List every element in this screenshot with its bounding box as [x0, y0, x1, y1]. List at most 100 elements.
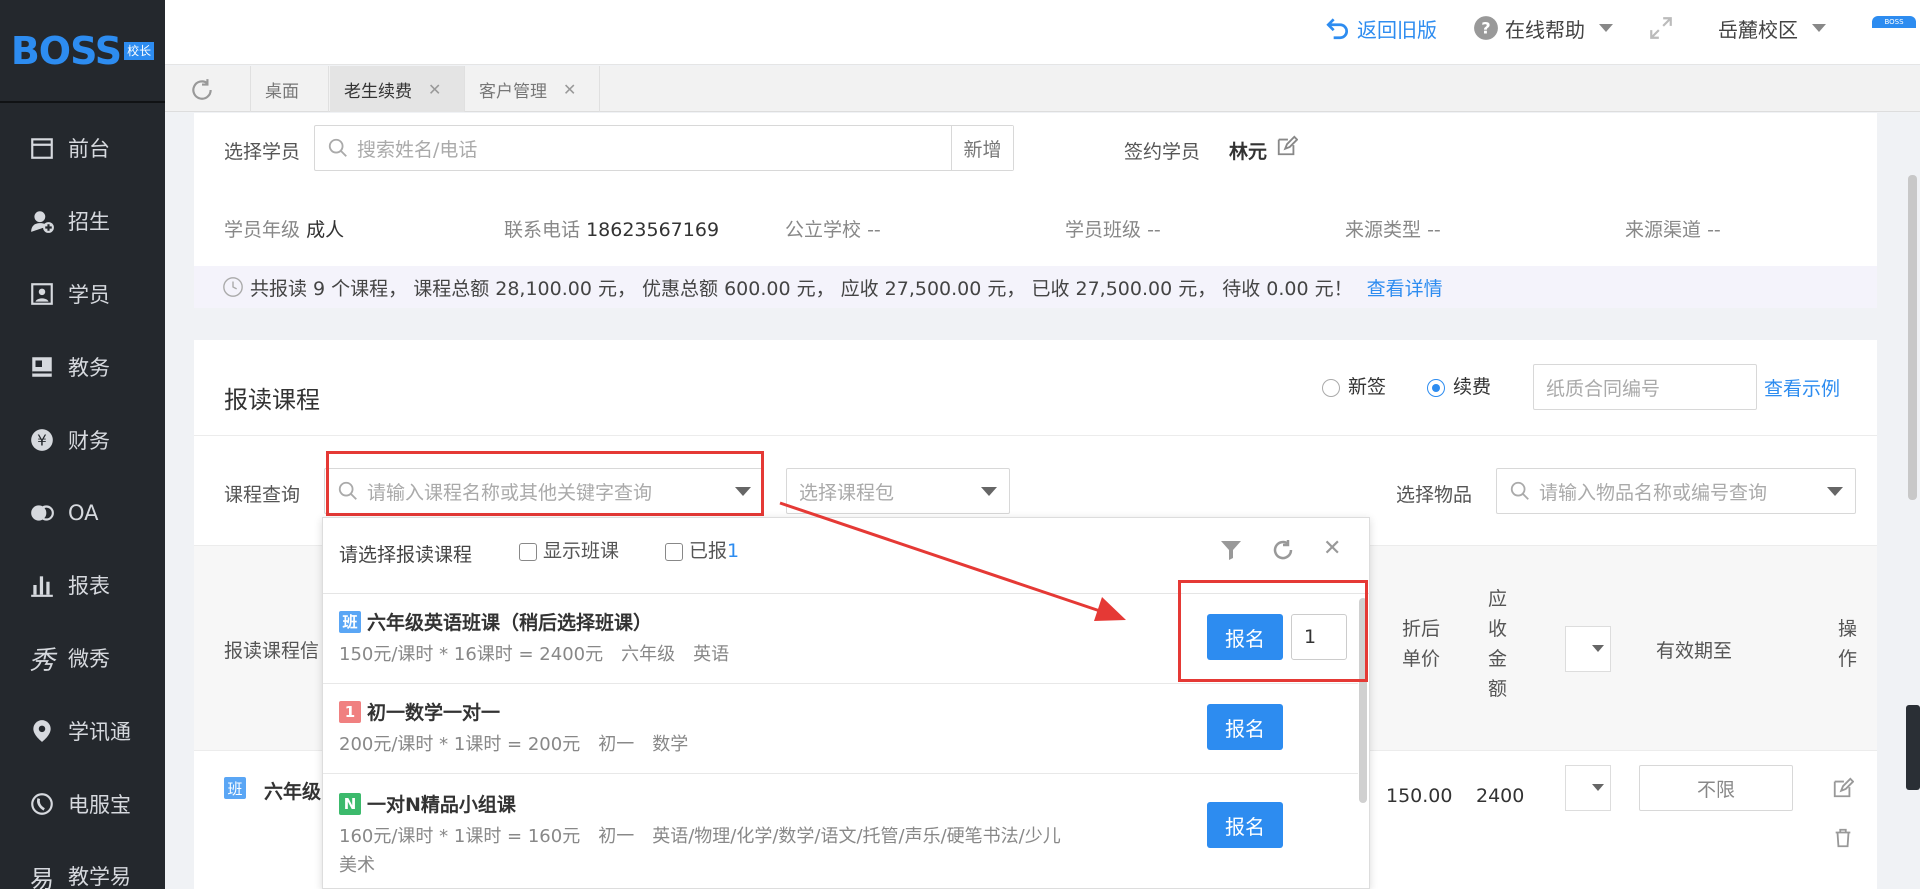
search-icon	[328, 138, 347, 157]
student-search-input[interactable]: 搜索姓名/电话 新增	[314, 125, 1014, 171]
online-help-dropdown[interactable]: ? 在线帮助	[1473, 12, 1613, 44]
enrolled-label: 已报	[689, 540, 728, 562]
radio-new[interactable]: 新签	[1322, 372, 1386, 399]
row-amount: 2400	[1476, 785, 1525, 807]
course-query-label: 课程查询	[224, 484, 301, 506]
close-icon[interactable]: ✕	[563, 80, 576, 99]
campus-dropdown[interactable]: 岳麓校区	[1718, 12, 1826, 44]
summary-bar: 共报读 9 个课程， 课程总额 28,100.00 元， 优惠总额 600.00…	[194, 266, 1877, 308]
class-tag: 班	[339, 610, 361, 633]
valid-until-input[interactable]: 不限	[1639, 765, 1793, 811]
school-value: --	[867, 219, 881, 241]
book-icon	[28, 353, 56, 381]
page-scrollbar[interactable]	[1908, 175, 1917, 500]
filter-icon[interactable]	[1219, 538, 1243, 562]
topbar: 返回旧版 ? 在线帮助 岳麓校区 BOSS	[165, 0, 1920, 65]
radio-checked-icon	[1427, 378, 1445, 397]
list-item[interactable]: N 一对N精品小组课 160元/课时 * 1课时 = 160元 初一 英语/物理…	[323, 774, 1358, 889]
sidebar-item-finance[interactable]: ¥ 财务	[0, 420, 165, 460]
add-student-button[interactable]: 新增	[951, 126, 1013, 170]
side-widget[interactable]	[1906, 705, 1920, 790]
location-icon	[28, 717, 56, 745]
edit-icon[interactable]	[1276, 135, 1298, 157]
enroll-button[interactable]: 报名	[1207, 802, 1283, 848]
grade-value: 成人	[306, 219, 345, 241]
search-icon	[1510, 481, 1529, 500]
enroll-title: 报读课程	[224, 386, 320, 414]
back-old-version-button[interactable]: 返回旧版	[1325, 12, 1437, 44]
teach-icon: 易	[30, 864, 54, 889]
sidebar-item-label: 前台	[68, 137, 110, 161]
course-name: 初一数学一对一	[367, 702, 501, 724]
tab-label: 客户管理	[479, 81, 547, 102]
chevron-down-icon	[1599, 24, 1613, 32]
row-course-name: 六年级	[264, 781, 322, 803]
view-example-link[interactable]: 查看示例	[1764, 374, 1840, 401]
avatar-text: BOSS	[1884, 18, 1904, 26]
close-icon[interactable]: ✕	[428, 80, 441, 99]
sidebar-item-dianfubao[interactable]: 电服宝	[0, 784, 165, 824]
col-price-header: 折后单价	[1402, 618, 1441, 670]
row-unit-select[interactable]	[1565, 765, 1611, 811]
sidebar: BOSS 校长 前台 招生 学员 教务 ¥ 财务 OA 报表 秀 微秀 学讯通 …	[0, 0, 165, 889]
contract-number-input[interactable]: 纸质合同编号	[1533, 364, 1757, 410]
sidebar-item-weixiu[interactable]: 秀 微秀	[0, 638, 165, 678]
close-icon[interactable]: ✕	[1323, 536, 1341, 561]
phone-value: 18623567169	[586, 219, 720, 241]
course-title: 1 初一数学一对一	[339, 698, 500, 725]
phone-field: 联系电话 18623567169	[504, 215, 719, 242]
trash-icon[interactable]	[1832, 827, 1854, 849]
valid-until-value: 不限	[1696, 778, 1735, 801]
tab-desktop[interactable]: 桌面	[250, 66, 329, 112]
enrolled-checkbox[interactable]: 已报1	[665, 536, 739, 563]
tab-label: 桌面	[265, 81, 299, 102]
student-info-card: 选择学员 搜索姓名/电话 新增 签约学员 林元 学员年级 成人 联系电话 186…	[194, 113, 1877, 308]
one-on-one-tag: 1	[339, 700, 361, 723]
course-desc-continued: 美术	[339, 855, 375, 876]
sidebar-item-students[interactable]: 学员	[0, 274, 165, 314]
tab-label: 老生续费	[344, 81, 412, 102]
sidebar-item-jiaoxueyi[interactable]: 易 教学易	[0, 856, 165, 889]
enroll-button[interactable]: 报名	[1207, 704, 1283, 750]
edit-icon[interactable]	[1832, 777, 1854, 799]
refresh-icon[interactable]	[1271, 538, 1295, 562]
group-tag: N	[339, 792, 361, 815]
radio-renew[interactable]: 续费	[1427, 372, 1491, 399]
sidebar-item-label: 招生	[68, 210, 110, 234]
show-class-checkbox[interactable]: 显示班课	[519, 536, 619, 563]
view-details-link[interactable]: 查看详情	[1367, 274, 1443, 301]
avatar[interactable]: BOSS	[1872, 16, 1916, 28]
logo[interactable]: BOSS 校长	[0, 0, 165, 103]
course-name: 六年级英语班课（稍后选择班课）	[367, 612, 653, 634]
goods-label: 选择物品	[1396, 484, 1473, 506]
undo-icon	[1326, 18, 1349, 40]
col-amount-header: 应收金额	[1488, 588, 1508, 700]
refresh-icon[interactable]	[189, 77, 215, 103]
sidebar-item-recruit[interactable]: 招生	[0, 201, 165, 241]
summary-text: 共报读 9 个课程， 课程总额 28,100.00 元， 优惠总额 600.00…	[250, 277, 1353, 300]
show-class-label: 显示班课	[543, 540, 620, 562]
sidebar-item-reports[interactable]: 报表	[0, 565, 165, 605]
sidebar-item-label: 财务	[68, 429, 110, 453]
yen-icon: ¥	[28, 426, 56, 454]
unit-select[interactable]	[1565, 626, 1611, 672]
course-package-select[interactable]: 选择课程包	[786, 468, 1010, 514]
list-item[interactable]: 1 初一数学一对一 200元/课时 * 1课时 = 200元 初一 数学 报名	[323, 684, 1358, 774]
sidebar-item-front-desk[interactable]: 前台	[0, 128, 165, 168]
course-title: N 一对N精品小组课	[339, 790, 516, 817]
sidebar-item-xuexuntong[interactable]: 学讯通	[0, 711, 165, 751]
chevron-down-icon	[1827, 487, 1843, 496]
sidebar-item-academic[interactable]: 教务	[0, 347, 165, 387]
fullscreen-icon[interactable]	[1648, 12, 1674, 44]
source-type-value: --	[1427, 219, 1441, 241]
goods-search-input[interactable]: 请输入物品名称或编号查询	[1496, 468, 1856, 514]
tab-customer[interactable]: 客户管理 ✕	[465, 66, 600, 112]
highlight-box	[1178, 580, 1368, 682]
chevron-down-icon	[981, 487, 997, 496]
course-desc: 200元/课时 * 1课时 = 200元 初一 数学	[339, 734, 689, 755]
tab-renewal[interactable]: 老生续费 ✕	[330, 66, 465, 112]
student-search-placeholder: 搜索姓名/电话	[357, 138, 478, 161]
highlight-box	[326, 451, 764, 516]
school-field: 公立学校 --	[785, 215, 881, 242]
sidebar-item-oa[interactable]: OA	[0, 493, 165, 533]
